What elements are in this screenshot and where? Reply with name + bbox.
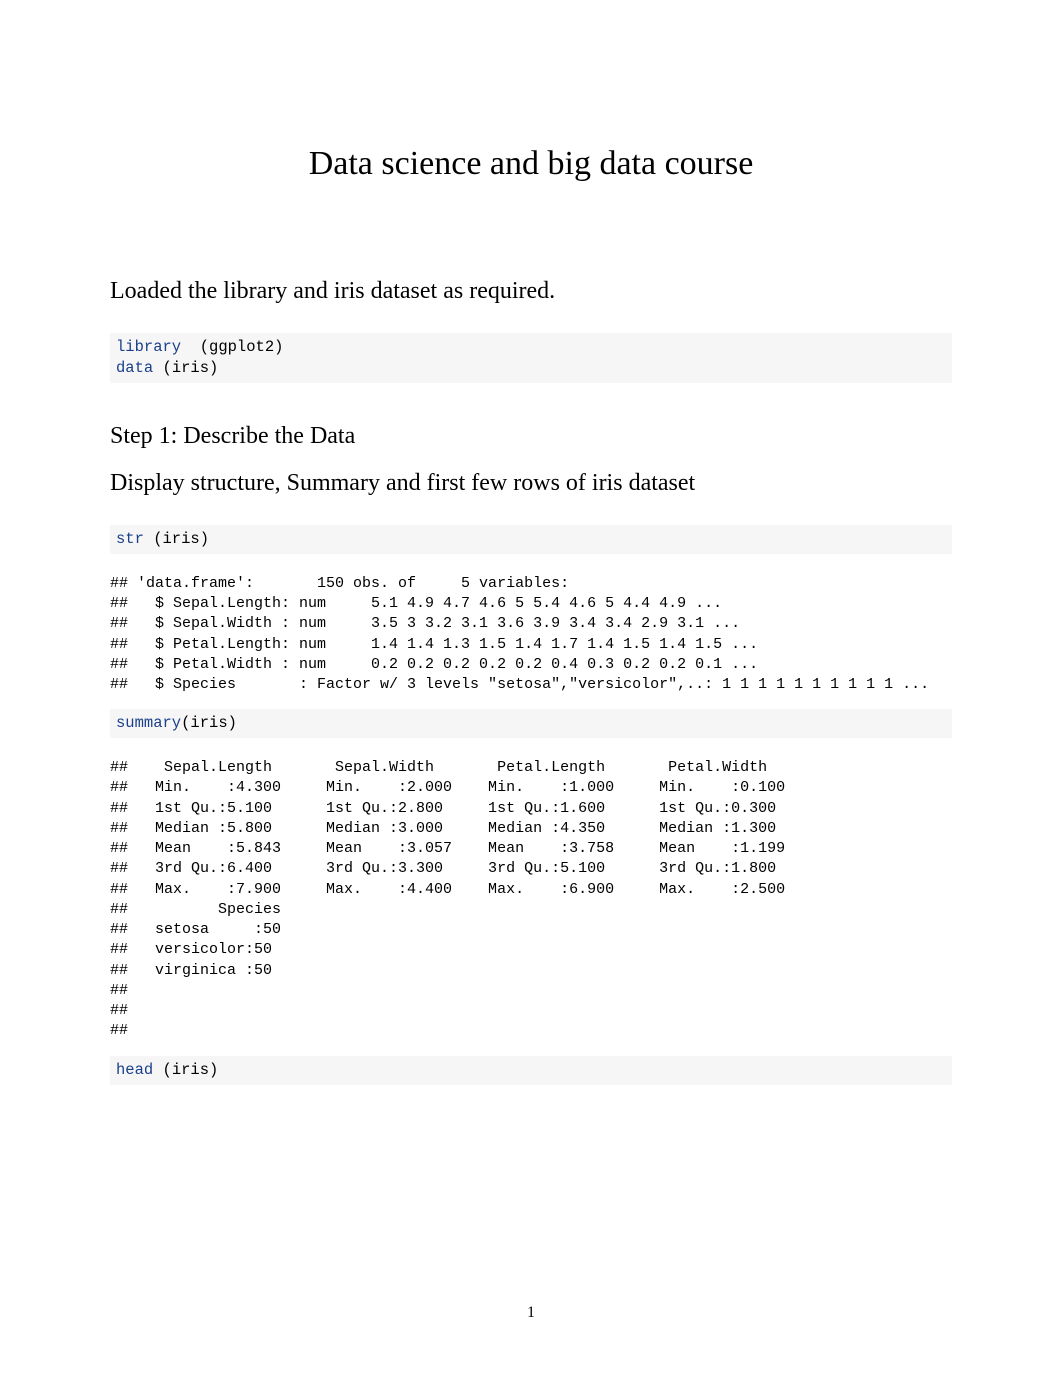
r-keyword-summary: summary	[116, 714, 181, 732]
code-text: (iris)	[153, 359, 218, 377]
code-block-library: library (ggplot2) data (iris)	[110, 333, 952, 383]
code-block-head: head (iris)	[110, 1056, 952, 1085]
code-text: (iris)	[153, 1061, 218, 1079]
section-display-heading: Display structure, Summary and first few…	[110, 470, 952, 497]
r-keyword-data: data	[116, 359, 153, 377]
step1-heading: Step 1: Describe the Data	[110, 423, 952, 450]
page-title: Data science and big data course	[110, 145, 952, 183]
code-block-str: str (iris)	[110, 525, 952, 554]
code-text: (iris)	[181, 714, 237, 732]
code-text: (ggplot2)	[181, 338, 283, 356]
code-block-summary: summary(iris)	[110, 709, 952, 738]
r-keyword-head: head	[116, 1061, 153, 1079]
r-keyword-str: str	[116, 530, 144, 548]
output-summary: ## Sepal.Length Sepal.Width Petal.Length…	[110, 758, 952, 1042]
section-intro-heading: Loaded the library and iris dataset as r…	[110, 278, 952, 305]
document-page: Data science and big data course Loaded …	[0, 0, 1062, 1377]
output-str: ## 'data.frame': 150 obs. of 5 variables…	[110, 574, 952, 696]
code-text: (iris)	[144, 530, 209, 548]
r-keyword-library: library	[116, 338, 181, 356]
page-number: 1	[0, 1304, 1062, 1322]
